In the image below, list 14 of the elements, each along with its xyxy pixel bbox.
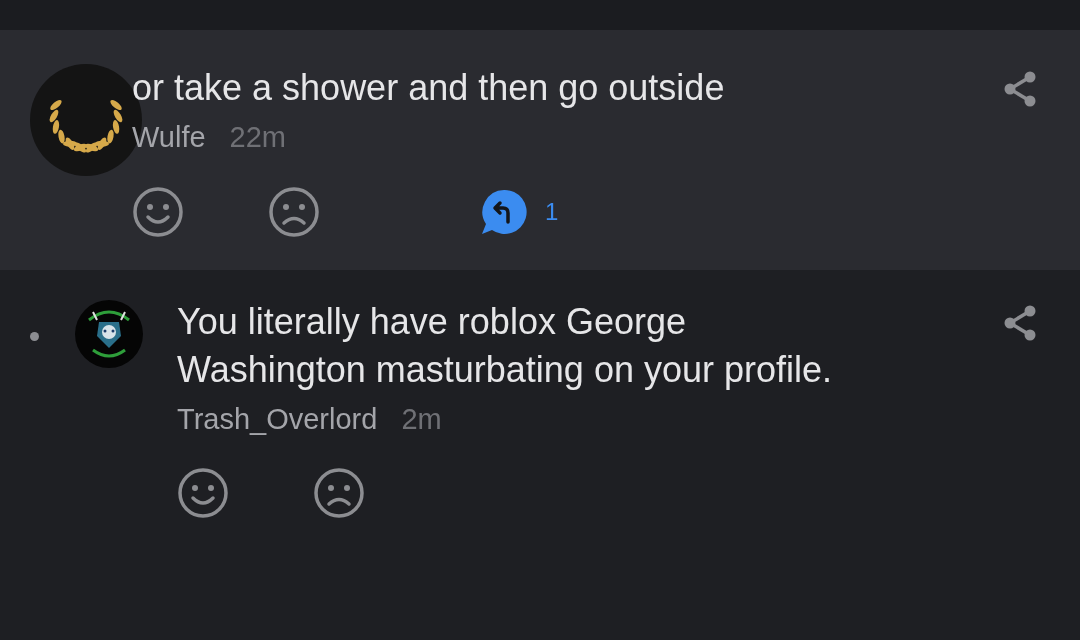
reply-bubble-icon[interactable] (479, 187, 529, 236)
author-name[interactable]: Wulfe (132, 116, 206, 160)
share-icon[interactable] (1002, 70, 1038, 108)
time-ago: 2m (401, 401, 442, 437)
comment-text: You literally have roblox George Washington masturbating on your profile. (177, 299, 833, 392)
time-ago: 22m (229, 120, 287, 155)
frown-icon[interactable] (313, 467, 365, 519)
comment-text: or take a shower and then go outside (132, 66, 726, 110)
smile-icon[interactable] (132, 185, 184, 238)
smile-icon[interactable] (177, 467, 229, 519)
reply-count[interactable]: 1 (545, 193, 559, 230)
share-icon[interactable] (1002, 303, 1038, 342)
author-name[interactable]: Trash_Overlord (177, 397, 378, 441)
frown-icon[interactable] (268, 185, 320, 238)
